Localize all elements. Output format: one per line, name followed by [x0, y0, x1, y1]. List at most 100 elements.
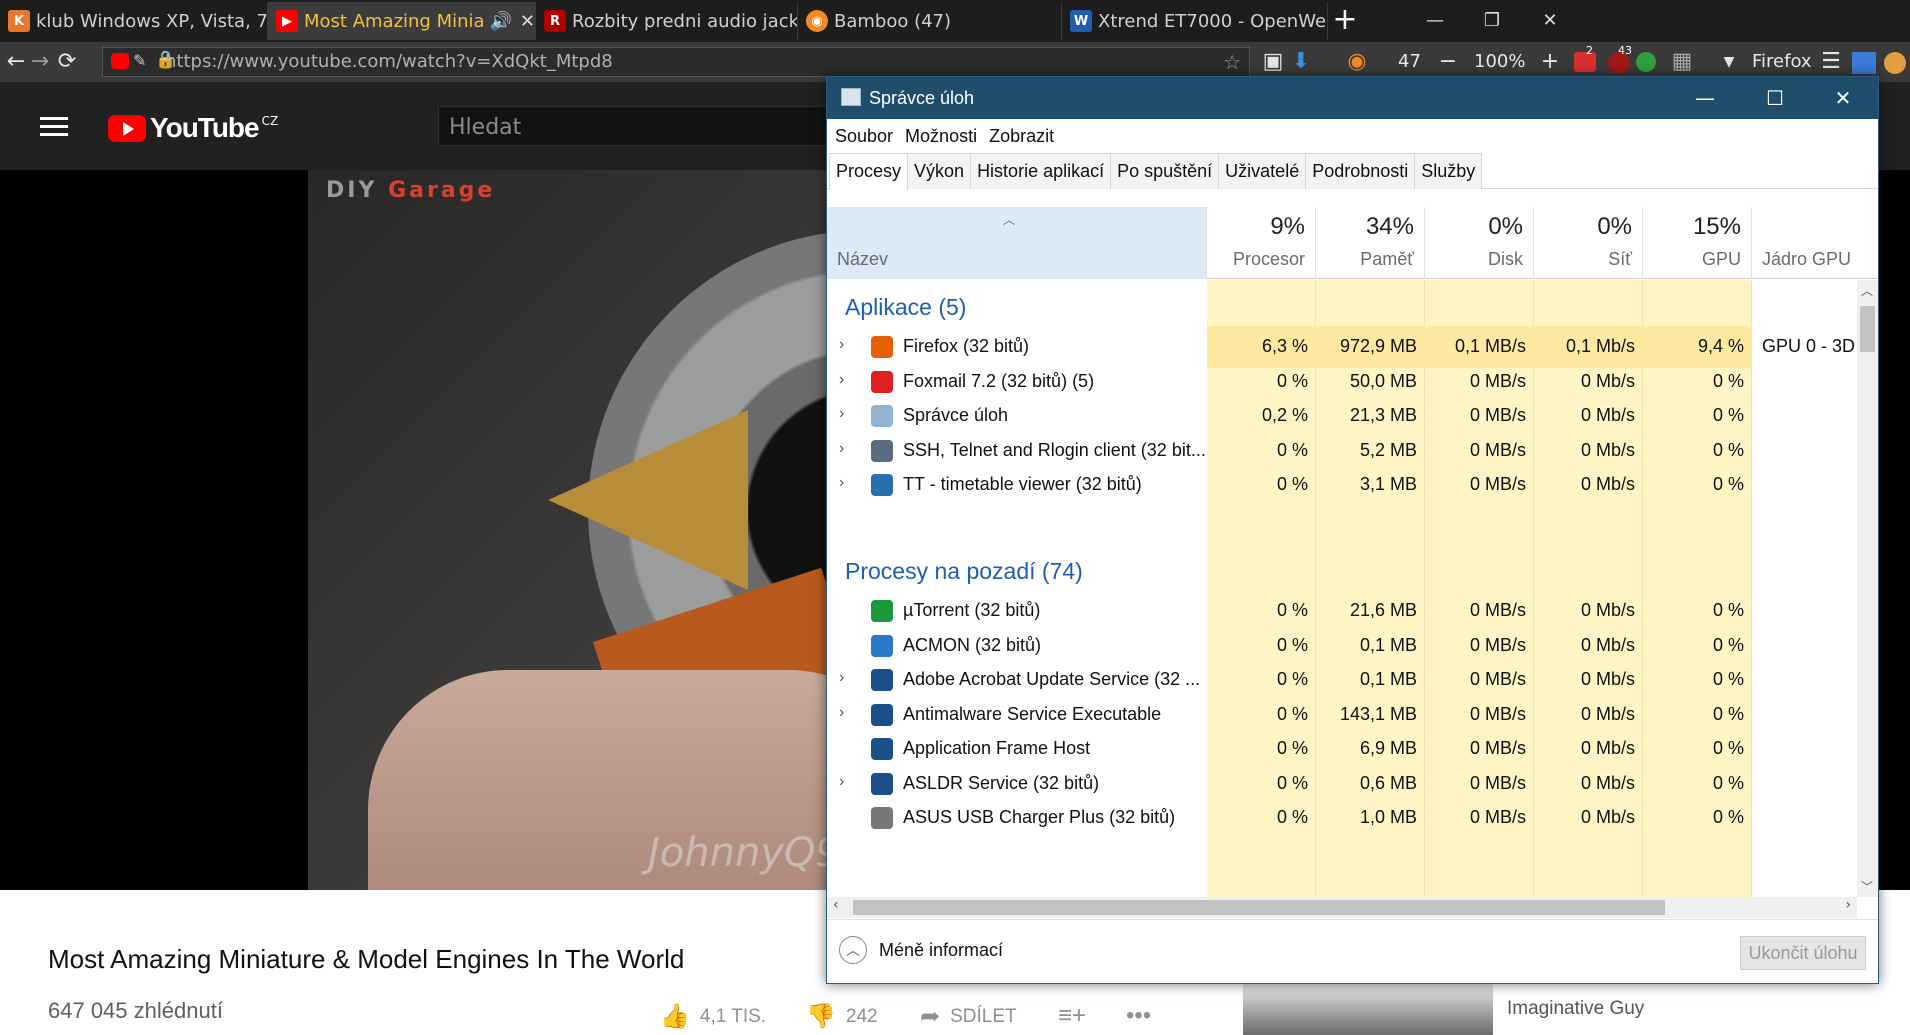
service-window-icon — [871, 738, 893, 760]
expand-chevron-icon[interactable]: › — [839, 474, 844, 492]
share-button[interactable]: ➦ SDÍLET — [920, 1002, 1017, 1031]
translate-icon[interactable] — [1852, 52, 1876, 74]
speaker-icon[interactable]: 🔊 — [489, 11, 511, 32]
tab-rozbity[interactable]: R Rozbity predni audio jack - pora — [536, 2, 798, 40]
zoom-in-button[interactable]: + — [1538, 48, 1562, 76]
menu-moznosti[interactable]: Možnosti — [905, 126, 977, 147]
menu-dropdown-icon[interactable]: ▼ — [1720, 48, 1738, 76]
table-row[interactable]: ASUS USB Charger Plus (32 bitů) 0 % 1,0 MB… — [827, 797, 1857, 839]
process-mem: 6,9 MB — [1359, 738, 1417, 758]
fewer-details-button[interactable]: ︿ Méně informací — [839, 936, 1003, 964]
vertical-scroll-thumb[interactable] — [1860, 306, 1875, 352]
scroll-left-icon[interactable]: ‹ — [833, 897, 839, 913]
url-text[interactable]: https://www.youtube.com/watch?v=XdQkt_Mt… — [165, 51, 613, 72]
maximize-icon[interactable]: ☐ — [1740, 77, 1810, 119]
addon-red-icon[interactable]: 2 — [1574, 44, 1596, 72]
fewer-details-label: Méně informací — [879, 939, 1004, 960]
skype-addon-icon[interactable] — [1636, 52, 1656, 72]
menu-zobrazit[interactable]: Zobrazit — [989, 126, 1054, 147]
expand-chevron-icon[interactable]: › — [839, 773, 844, 791]
column-memory[interactable]: 34% Paměť — [1316, 207, 1425, 279]
close-icon[interactable]: ✕ — [1808, 77, 1878, 119]
tab-vykon[interactable]: Výkon — [907, 153, 972, 189]
end-task-button[interactable]: Ukončit úlohu — [1740, 936, 1866, 970]
dislike-button[interactable]: 👎 242 — [806, 1002, 878, 1031]
process-disk: 0 MB/s — [1469, 474, 1526, 494]
youtube-logo[interactable]: YouTube CZ — [108, 112, 278, 144]
horizontal-scroll-thumb[interactable] — [853, 900, 1665, 915]
expand-chevron-icon[interactable]: › — [839, 371, 844, 389]
tab-close-icon[interactable]: ✕ — [520, 11, 535, 32]
task-manager-titlebar[interactable]: Správce úloh — ☐ ✕ — [827, 77, 1878, 119]
disk-label: Disk — [1488, 249, 1523, 269]
expand-chevron-icon[interactable]: › — [839, 405, 844, 423]
tab-podrobnosti[interactable]: Podrobnosti — [1305, 153, 1416, 189]
window-minimize-icon[interactable]: — — [1405, 4, 1465, 38]
column-cpu[interactable]: 9% Procesor — [1207, 207, 1316, 279]
tab-procesy[interactable]: Procesy — [829, 153, 909, 190]
tab-xtrend[interactable]: W Xtrend ET7000 - OpenWebif — [1062, 2, 1328, 40]
tab-youtube[interactable]: ▶ Most Amazing Miniature & 🔊 ✕ — [268, 2, 536, 40]
zoom-out-button[interactable]: − — [1436, 48, 1460, 76]
column-gpu-engine[interactable]: Jádro GPU — [1752, 207, 1878, 279]
like-button[interactable]: 👍 4,1 TIS. — [660, 1002, 766, 1031]
vertical-scrollbar[interactable]: ︿ ﹀ — [1857, 280, 1878, 897]
more-actions-button[interactable]: ••• — [1126, 1002, 1161, 1030]
scroll-up-icon[interactable]: ︿ — [1861, 282, 1873, 299]
add-to-playlist-button[interactable]: ≡+ — [1058, 1002, 1096, 1030]
tab-klub-windows[interactable]: K klub Windows XP, Vista, 7, 8, 10 — [0, 2, 268, 40]
process-disk: 0 MB/s — [1469, 669, 1526, 689]
expand-chevron-icon[interactable]: › — [839, 669, 844, 687]
process-mem: 0,1 MB — [1359, 634, 1417, 655]
process-name: SSH, Telnet and Rlogin client (32 bit... — [903, 439, 1206, 460]
scroll-right-icon[interactable]: › — [1845, 897, 1851, 913]
window-close-icon[interactable]: ✕ — [1520, 4, 1580, 38]
bookmark-star-icon[interactable]: ☆ — [1223, 50, 1241, 74]
service-window-icon — [871, 669, 893, 691]
hamburger-menu-icon[interactable]: ☰ — [1818, 48, 1844, 76]
back-arrow-icon[interactable]: ← — [4, 48, 28, 76]
youtube-favicon-icon: ▶ — [276, 10, 298, 32]
zoom-level[interactable]: 100% — [1474, 51, 1525, 72]
ublock-icon[interactable]: 43 — [1608, 44, 1632, 74]
download-icon[interactable]: ⬇ — [1290, 48, 1312, 76]
watermark-garage: Garage — [388, 178, 496, 203]
sort-ascending-icon: ︿ — [1003, 213, 1016, 227]
scroll-down-icon[interactable]: ﹀ — [1861, 878, 1873, 895]
tab-uzivatele[interactable]: Uživatelé — [1218, 153, 1307, 189]
process-disk: 0 MB/s — [1469, 738, 1526, 758]
column-gpu[interactable]: 15% GPU — [1643, 207, 1752, 279]
recommended-thumbnail[interactable] — [1243, 984, 1493, 1035]
bookmarks-icon[interactable]: ▣ — [1260, 48, 1286, 76]
tab-bamboo[interactable]: ◉ Bamboo (47) — [798, 2, 1062, 40]
column-name[interactable]: ︿ Název — [827, 207, 1207, 279]
forward-arrow-icon[interactable]: → — [28, 48, 52, 76]
reload-icon[interactable]: ⟳ — [54, 48, 80, 76]
minimize-icon[interactable]: — — [1670, 77, 1740, 119]
new-tab-button[interactable]: + — [1328, 5, 1362, 36]
task-manager-window: Správce úloh — ☐ ✕ Soubor Možnosti Zobra… — [826, 76, 1879, 984]
group-background[interactable]: Procesy na pozadí (74) — [845, 558, 1083, 585]
tab-historie-aplikaci[interactable]: Historie aplikací — [970, 153, 1112, 189]
expand-chevron-icon[interactable]: › — [839, 440, 844, 458]
table-row[interactable]: › TT - timetable viewer (32 bitů) 0 % 3,1 M… — [827, 464, 1857, 506]
group-apps[interactable]: Aplikace (5) — [845, 294, 966, 321]
horizontal-scrollbar[interactable]: ‹ › — [827, 897, 1857, 918]
permissions-icon[interactable]: ✎ — [133, 51, 146, 70]
network-total: 0% — [1597, 213, 1632, 240]
expand-chevron-icon[interactable]: › — [839, 704, 844, 722]
window-restore-icon[interactable]: ❐ — [1462, 4, 1522, 38]
youtube-menu-icon[interactable] — [40, 117, 68, 137]
column-disk[interactable]: 0% Disk — [1425, 207, 1534, 279]
process-list[interactable]: Aplikace (5) Procesy na pozadí (74) › Fir… — [827, 280, 1857, 897]
avatar-icon[interactable] — [1884, 52, 1906, 74]
screenshot-icon[interactable]: ▦ — [1670, 48, 1694, 76]
menu-soubor[interactable]: Soubor — [835, 126, 893, 147]
tab-sluzby[interactable]: Služby — [1414, 153, 1483, 189]
url-bar[interactable]: ✎ 🔒 https://www.youtube.com/watch?v=XdQk… — [102, 47, 1250, 77]
expand-chevron-icon[interactable]: › — [839, 336, 844, 354]
rss-icon[interactable]: ◉ — [1346, 48, 1368, 76]
recommended-channel[interactable]: Imaginative Guy — [1507, 998, 1644, 1020]
column-network[interactable]: 0% Síť — [1534, 207, 1643, 279]
tab-po-spusteni[interactable]: Po spuštění — [1110, 153, 1220, 189]
